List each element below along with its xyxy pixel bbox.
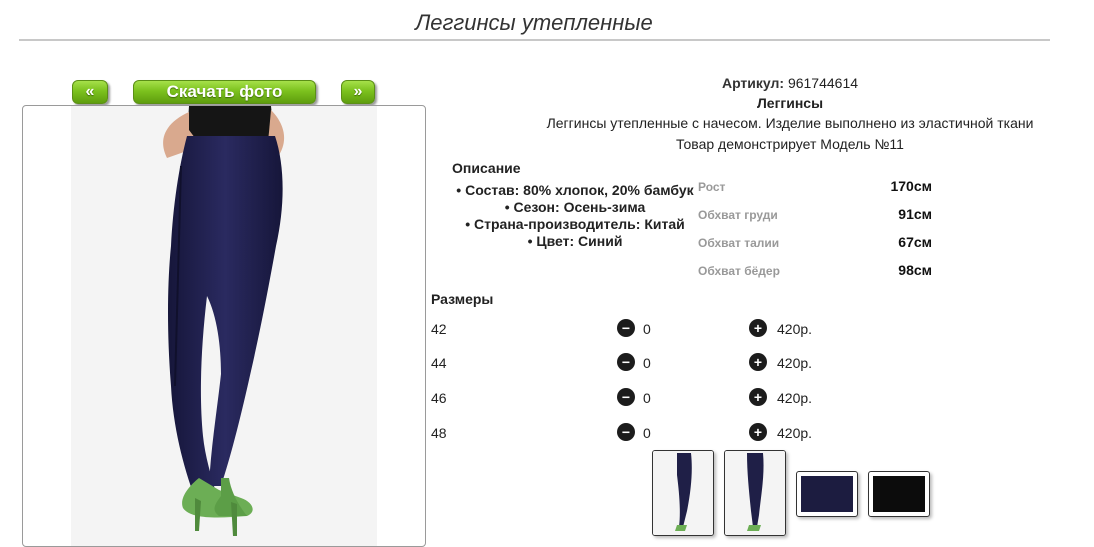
model-info: Товар демонстрирует Модель №11 bbox=[676, 136, 904, 152]
prev-photo-button[interactable]: « bbox=[72, 80, 108, 104]
minus-circle-icon[interactable]: − bbox=[617, 319, 635, 337]
measurement-row: Обхват груди 91см bbox=[698, 206, 938, 226]
quantity-input[interactable] bbox=[643, 390, 673, 406]
article-line: Артикул: 961744614 bbox=[430, 75, 1094, 91]
measurement-value: 91см bbox=[898, 206, 932, 222]
description-list: • Состав: 80% хлопок, 20% бамбук • Сезон… bbox=[450, 182, 700, 250]
minus-circle-icon[interactable]: − bbox=[617, 423, 635, 441]
size-label: 44 bbox=[431, 355, 447, 371]
plus-circle-icon[interactable]: + bbox=[749, 423, 767, 441]
description-item: • Цвет: Синий bbox=[527, 233, 623, 249]
thumbnail-image bbox=[725, 451, 785, 535]
measurement-label: Рост bbox=[698, 180, 726, 194]
quantity-input[interactable] bbox=[643, 321, 673, 337]
size-price: 420р. bbox=[777, 321, 813, 337]
size-price: 420р. bbox=[777, 425, 813, 441]
size-label: 46 bbox=[431, 390, 447, 406]
thumbnail-photo-2[interactable] bbox=[724, 450, 786, 536]
plus-circle-icon[interactable]: + bbox=[749, 353, 767, 371]
measurement-row: Рост 170см bbox=[698, 178, 938, 198]
thumbnail-image bbox=[653, 451, 713, 535]
measurement-label: Обхват талии bbox=[698, 236, 780, 250]
measurement-label: Обхват груди bbox=[698, 208, 778, 222]
next-photo-button[interactable]: » bbox=[341, 80, 375, 104]
article-value: 961744614 bbox=[787, 75, 859, 91]
measurement-value: 98см bbox=[898, 262, 932, 278]
measurement-value: 67см bbox=[898, 234, 932, 250]
measurement-row: Обхват бёдер 98см bbox=[698, 262, 938, 282]
thumbnail-photo-1[interactable] bbox=[652, 450, 714, 536]
thumbnail-image bbox=[801, 476, 853, 512]
article-label: Артикул: bbox=[721, 75, 785, 91]
quantity-input[interactable] bbox=[643, 425, 673, 441]
plus-circle-icon[interactable]: + bbox=[749, 319, 767, 337]
description-item: • Сезон: Осень-зима bbox=[504, 199, 646, 215]
size-label: 48 bbox=[431, 425, 447, 441]
sizes-heading: Размеры bbox=[431, 291, 494, 307]
title-divider bbox=[19, 39, 1050, 41]
download-photo-button[interactable]: Скачать фото bbox=[133, 80, 316, 104]
main-product-photo[interactable] bbox=[71, 106, 377, 546]
product-short-description: Леггинсы утепленные с начесом. Изделие в… bbox=[546, 115, 1034, 131]
quantity-input[interactable] bbox=[643, 355, 673, 371]
description-heading: Описание bbox=[452, 160, 521, 176]
minus-circle-icon[interactable]: − bbox=[617, 388, 635, 406]
leggings-model-illustration bbox=[163, 106, 285, 536]
size-price: 420р. bbox=[777, 355, 813, 371]
measurement-row: Обхват талии 67см bbox=[698, 234, 938, 254]
description-item: • Состав: 80% хлопок, 20% бамбук bbox=[456, 182, 694, 198]
size-row: 46 − + 420р. bbox=[431, 387, 851, 409]
plus-circle-icon[interactable]: + bbox=[749, 388, 767, 406]
thumbnail-image bbox=[873, 476, 925, 512]
size-row: 48 − + 420р. bbox=[431, 422, 851, 444]
minus-circle-icon[interactable]: − bbox=[617, 353, 635, 371]
thumbnail-fabric-2[interactable] bbox=[868, 471, 930, 517]
thumbnail-fabric-1[interactable] bbox=[796, 471, 858, 517]
main-photo-frame bbox=[22, 105, 426, 547]
measurement-label: Обхват бёдер bbox=[698, 264, 780, 278]
size-label: 42 bbox=[431, 321, 447, 337]
size-row: 44 − + 420р. bbox=[431, 352, 851, 374]
size-row: 42 − + 420р. bbox=[431, 318, 851, 340]
size-price: 420р. bbox=[777, 390, 813, 406]
measurement-value: 170см bbox=[890, 178, 932, 194]
page-title: Леггинсы утепленные bbox=[415, 10, 653, 35]
description-item: • Страна-производитель: Китай bbox=[465, 216, 685, 232]
product-category: Леггинсы bbox=[756, 95, 824, 111]
